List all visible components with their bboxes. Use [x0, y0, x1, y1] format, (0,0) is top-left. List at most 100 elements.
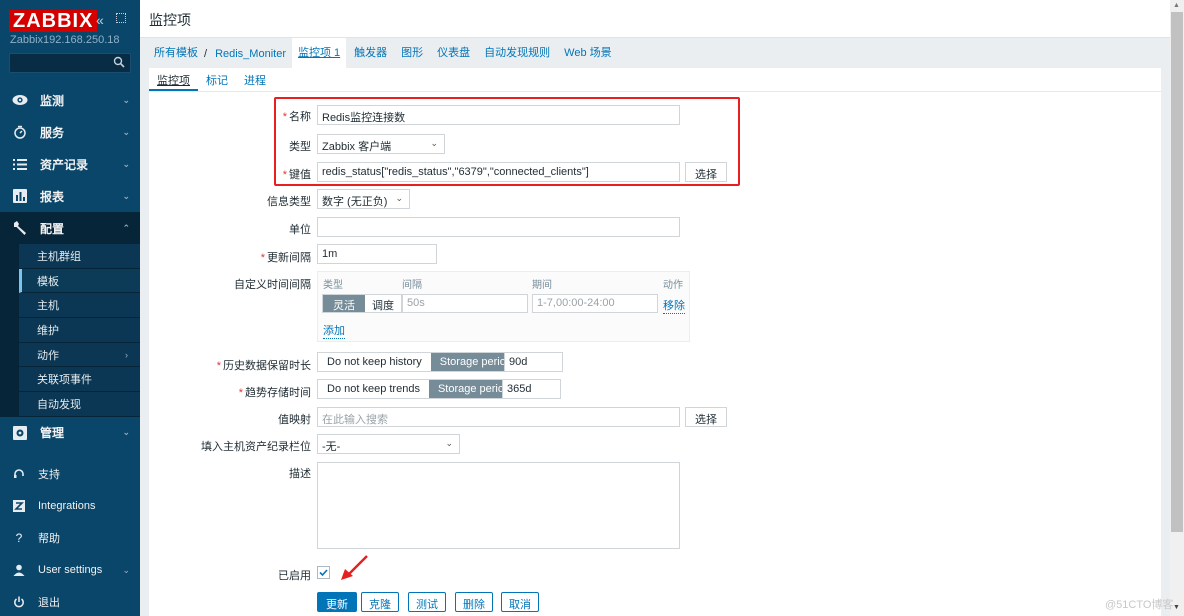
subtab-preprocessing[interactable]: 进程 — [236, 68, 274, 91]
server-name: Zabbix192.168.250.18 — [10, 34, 120, 46]
tab-graphs[interactable]: 图形 — [395, 38, 429, 68]
menu-inventory[interactable]: 资产记录 ⌄ — [0, 148, 140, 180]
interval-input[interactable]: 1m — [317, 244, 437, 264]
custom-interval-input[interactable]: 50s — [402, 294, 528, 313]
wrench-icon — [12, 220, 28, 236]
scrollbar-thumb[interactable] — [1171, 12, 1183, 532]
collapse-sidebar-icon[interactable]: « — [96, 12, 104, 28]
info-type-select[interactable]: 数字 (无正负) ⌄ — [317, 189, 410, 209]
sidebar-search-input[interactable] — [9, 53, 131, 73]
submenu-host-groups[interactable]: 主机群组 — [19, 244, 140, 269]
scroll-up-icon[interactable]: ▲ — [1173, 2, 1180, 9]
col-action-header: 动作 — [663, 280, 683, 291]
breadcrumb-template[interactable]: Redis_Moniter — [211, 48, 292, 68]
form-subtabs: 监控项 标记 进程 — [149, 68, 1161, 92]
menu-integrations[interactable]: Integrations — [0, 490, 140, 522]
tab-discovery-rules[interactable]: 自动发现规则 — [478, 38, 556, 68]
subtab-item[interactable]: 监控项 — [149, 68, 198, 91]
description-textarea[interactable] — [317, 462, 680, 549]
item-form-panel: 监控项 标记 进程 * 名称 Redis监控连接数 类型 Zabbix 客户端 ⌄ … — [149, 68, 1161, 616]
user-icon — [12, 564, 26, 576]
chevron-down-icon: ⌄ — [122, 427, 130, 438]
cancel-button[interactable]: 取消 — [501, 592, 539, 612]
clone-button[interactable]: 克隆 — [361, 592, 399, 612]
submenu-hosts[interactable]: 主机 — [19, 293, 140, 319]
menu-label: 支持 — [38, 469, 60, 481]
menu-administration[interactable]: 管理 ⌄ — [0, 417, 140, 449]
trends-input[interactable]: 365d — [502, 379, 561, 399]
chevron-down-icon: ⌄ — [122, 94, 130, 105]
menu-sign-out[interactable]: 退出 — [0, 586, 140, 616]
valuemap-select-button[interactable]: 选择 — [685, 407, 727, 427]
search-icon[interactable] — [113, 56, 125, 68]
submenu-actions[interactable]: 动作 › — [19, 342, 140, 368]
subtab-tags[interactable]: 标记 — [198, 68, 236, 91]
chevron-up-icon: ⌃ — [122, 222, 130, 233]
enabled-checkbox[interactable] — [317, 566, 330, 579]
trends-label: * 趋势存储时间 — [238, 387, 311, 399]
key-input[interactable]: redis_status["redis_status","6379","conn… — [317, 162, 680, 182]
custom-period-input[interactable]: 1-7,00:00-24:00 — [532, 294, 658, 313]
submenu-label: 主机 — [37, 300, 59, 313]
col-interval-header: 间隔 — [402, 280, 422, 291]
watermark: @51CTO博客 — [1105, 599, 1174, 611]
kiosk-mode-icon[interactable] — [116, 13, 126, 23]
submenu-event-correlation[interactable]: 关联项事件 — [19, 367, 140, 393]
submenu-maintenance[interactable]: 维护 — [19, 318, 140, 343]
headset-icon — [12, 468, 26, 480]
page-scrollbar[interactable]: ▲ ▼ — [1170, 0, 1184, 616]
history-do-not-keep-option[interactable]: Do not keep history — [318, 353, 431, 371]
valuemap-input[interactable]: 在此输入搜索 — [317, 407, 680, 427]
remove-link[interactable]: 移除 — [663, 297, 685, 314]
tab-triggers[interactable]: 触发器 — [348, 38, 393, 68]
configuration-submenu: 主机群组 模板 主机 维护 动作 › 关联项事件 自动发现 — [0, 244, 140, 417]
menu-label: 退出 — [38, 597, 60, 609]
menu-label: 服务 — [40, 125, 65, 140]
submenu-discovery[interactable]: 自动发现 — [19, 392, 140, 417]
breadcrumb-all-templates[interactable]: 所有模板 — [150, 44, 204, 68]
zabbix-logo[interactable]: ZABBIX — [9, 10, 98, 32]
name-input[interactable]: Redis监控连接数 — [317, 105, 680, 125]
breadcrumb: 所有模板 / Redis_Moniter 监控项 1 触发器 图形 仪表盘 自动… — [140, 38, 1170, 68]
scroll-down-icon[interactable]: ▼ — [1173, 604, 1180, 611]
info-type-label: 信息类型 — [267, 196, 311, 208]
type-flexible-option[interactable]: 灵活 — [323, 295, 365, 312]
units-input[interactable] — [317, 217, 680, 237]
custom-intervals-table: 类型 间隔 期间 动作 灵活 调度 50s 1-7,00:00-24:00 移除… — [317, 271, 690, 342]
delete-button[interactable]: 删除 — [455, 592, 493, 612]
stopwatch-icon — [12, 124, 28, 140]
submenu-label: 维护 — [37, 324, 59, 337]
history-mode-toggle: Do not keep history Storage period — [317, 352, 522, 372]
col-type-header: 类型 — [323, 280, 343, 291]
type-scheduling-option[interactable]: 调度 — [365, 295, 401, 312]
tab-items[interactable]: 监控项 1 — [291, 38, 347, 68]
zabbix-z-icon — [12, 500, 26, 512]
add-link[interactable]: 添加 — [323, 322, 345, 339]
menu-label: 监测 — [40, 93, 65, 108]
menu-configuration[interactable]: 配置 ⌃ — [0, 212, 140, 244]
menu-user-settings[interactable]: User settings ⌄ — [0, 554, 140, 586]
inventory-select[interactable]: -无- ⌄ — [317, 434, 460, 454]
menu-reports[interactable]: 报表 ⌄ — [0, 180, 140, 212]
type-select[interactable]: Zabbix 客户端 ⌄ — [317, 134, 445, 154]
menu-services[interactable]: 服务 ⌄ — [0, 116, 140, 148]
menu-help[interactable]: ? 帮助 — [0, 522, 140, 554]
menu-support[interactable]: 支持 — [0, 458, 140, 490]
logo[interactable]: ZABBIX — [9, 10, 98, 32]
history-input[interactable]: 90d — [504, 352, 563, 372]
update-button[interactable]: 更新 — [317, 592, 357, 612]
key-select-button[interactable]: 选择 — [685, 162, 727, 182]
inventory-label: 填入主机资产纪录栏位 — [201, 441, 311, 453]
test-button[interactable]: 测试 — [408, 592, 446, 612]
main-content: 监控项 所有模板 / Redis_Moniter 监控项 1 触发器 图形 仪表… — [140, 0, 1170, 616]
submenu-label: 自动发现 — [37, 398, 81, 411]
annotation-arrow-icon — [341, 555, 368, 580]
trends-do-not-keep-option[interactable]: Do not keep trends — [318, 380, 429, 398]
submenu-templates[interactable]: 模板 — [19, 268, 140, 294]
menu-monitoring[interactable]: 监测 ⌄ — [0, 84, 140, 116]
tab-web-scenarios[interactable]: Web 场景 — [558, 38, 617, 68]
menu-label: 配置 — [40, 221, 65, 236]
enabled-label: 已启用 — [278, 570, 311, 582]
tab-dashboards[interactable]: 仪表盘 — [431, 38, 476, 68]
checkmark-icon — [319, 569, 328, 577]
